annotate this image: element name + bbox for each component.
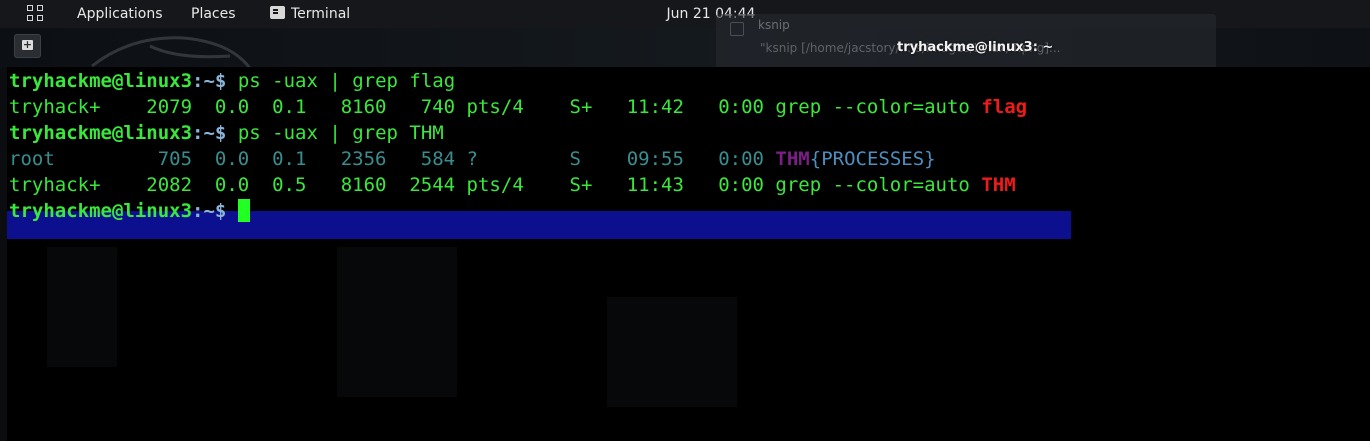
prompt-colon: :	[192, 200, 204, 222]
grep-match: flag	[981, 96, 1028, 118]
command-text: ps -uax | grep THM	[237, 122, 444, 144]
prompt-dir: ~$	[203, 70, 238, 92]
background-shadow	[337, 247, 457, 397]
prompt-user: tryhackme@linux3	[9, 70, 193, 92]
process-row: tryhack+ 2079 0.0 0.1 8160 740 pts/4 S+ …	[9, 96, 982, 118]
command-text: ps -uax | grep flag	[237, 70, 456, 92]
prompt-colon: :	[192, 122, 204, 144]
background-shadow	[607, 297, 737, 407]
grep-match: THM	[981, 174, 1016, 196]
prompt-user: tryhackme@linux3	[9, 200, 193, 222]
terminal-line: tryhackme@linux3:~$ ps -uax | grep THM	[9, 120, 444, 146]
grep-match: THM	[775, 148, 810, 170]
process-row: tryhack+ 2082 0.0 0.5 8160 2544 pts/4 S+…	[9, 174, 982, 196]
prompt-dir: ~$	[203, 122, 238, 144]
prompt-user: tryhackme@linux3	[9, 122, 193, 144]
new-tab-button[interactable]	[14, 34, 41, 58]
terminal-line: tryhack+ 2082 0.0 0.5 8160 2544 pts/4 S+…	[9, 172, 1016, 198]
terminal-line: tryhackme@linux3:~$ ps -uax | grep flag	[9, 68, 455, 94]
terminal-view[interactable]: tryhackme@linux3:~$ ps -uax | grep flag …	[7, 67, 1370, 441]
prompt-dir: ~$	[203, 200, 238, 222]
terminal-line: tryhackme@linux3:~$	[9, 198, 250, 224]
process-row: root 705 0.0 0.1 2356 584 ? S 09:55 0:00	[9, 148, 776, 170]
notification-title: ksnip	[758, 18, 790, 32]
terminal-line-selected: root 705 0.0 0.1 2356 584 ? S 09:55 0:00…	[9, 146, 936, 172]
text-cursor[interactable]	[237, 199, 250, 222]
ksnip-icon	[730, 22, 744, 36]
background-shadow	[47, 247, 117, 367]
terminal-line: tryhack+ 2079 0.0 0.1 8160 740 pts/4 S+ …	[9, 94, 1027, 120]
window-title: tryhackme@linux3: ~	[897, 40, 1054, 55]
prompt-colon: :	[192, 70, 204, 92]
flag-text: {PROCESSES}	[809, 148, 936, 170]
